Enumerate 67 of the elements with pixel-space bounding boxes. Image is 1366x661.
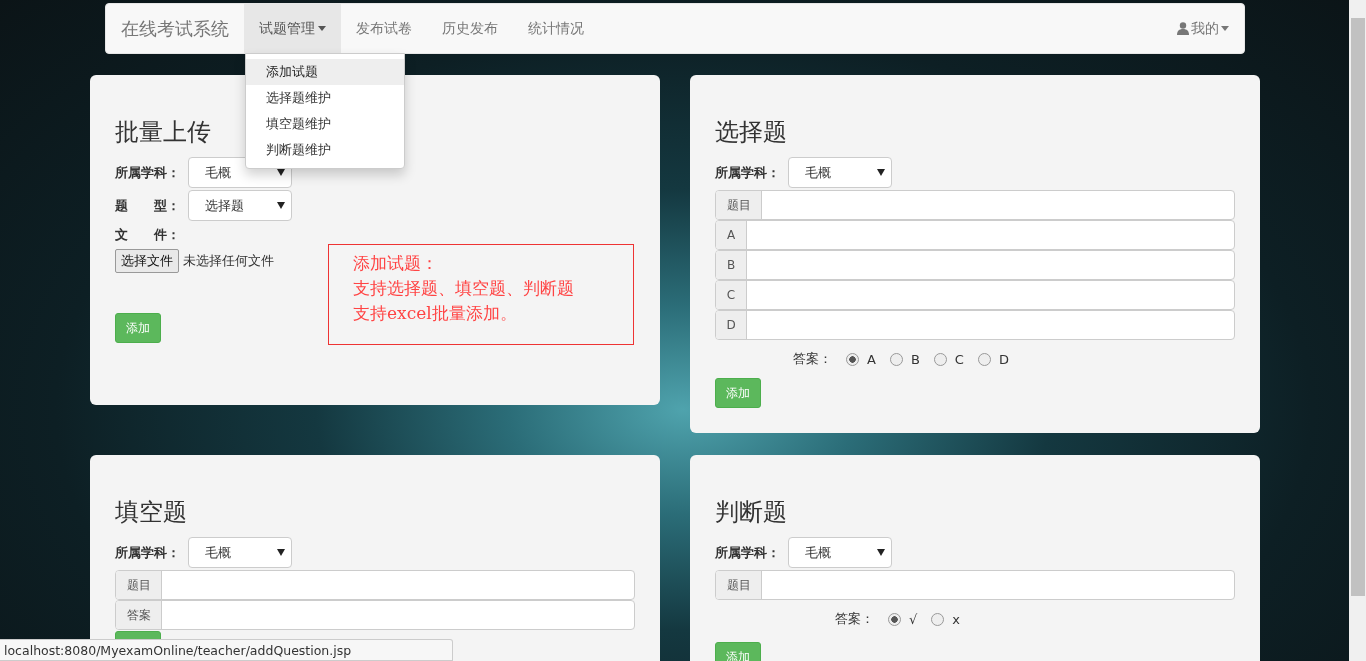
nav-tab[interactable]: 试题管理 (244, 4, 341, 53)
option-label: A (867, 351, 876, 367)
option-label: D (998, 351, 1009, 367)
option-label: x (952, 611, 960, 627)
subject-select[interactable]: 毛概 (788, 537, 892, 568)
radio-button[interactable] (931, 612, 945, 626)
menu-item[interactable]: 添加试题 (246, 59, 404, 85)
url-tooltip: localhost:8080/MyexamOnline/teacher/addQuestion.jsp (0, 639, 453, 661)
radio-button[interactable] (977, 352, 991, 366)
answer-label: 答案： (835, 610, 874, 628)
scrollbar[interactable] (1349, 0, 1366, 661)
input-field[interactable]: 题目 (115, 570, 635, 600)
menu-item[interactable]: 填空题维护 (246, 111, 404, 137)
radio-button[interactable] (888, 612, 901, 626)
caret-icon (277, 549, 285, 556)
caret-icon (877, 549, 885, 556)
field-label: 所属学科： (715, 543, 780, 562)
input-field[interactable]: B (715, 250, 1235, 280)
input-addon: 答案 (116, 601, 162, 629)
field-label: 题 型： (115, 196, 180, 215)
menu-item[interactable]: 选择题维护 (246, 85, 404, 111)
field-label: 所属学科： (115, 163, 180, 182)
radio-button[interactable] (889, 352, 903, 366)
user-menu[interactable]: 我的 (1162, 4, 1244, 53)
input-addon: B (716, 251, 747, 279)
caret-icon (877, 169, 885, 176)
input-addon: 题目 (716, 191, 762, 219)
annotation-text: 支持excel批量添加。 (353, 302, 518, 325)
input-addon: 题目 (116, 571, 162, 599)
brand-link[interactable]: 在线考试系统 (106, 4, 244, 53)
field-label: 文 件： (115, 226, 180, 244)
nav-tab[interactable]: 发布试卷 (341, 4, 427, 53)
input-field[interactable]: A (715, 220, 1235, 250)
menu-item[interactable]: 判断题维护 (246, 137, 404, 163)
input-field[interactable]: 题目 (715, 570, 1235, 600)
radio-button[interactable] (846, 352, 859, 366)
panel-title: 选择题 (715, 117, 787, 148)
option-label: B (910, 351, 920, 367)
annotation-text: 添加试题： (353, 252, 439, 275)
input-addon: A (716, 221, 747, 249)
caret-icon (277, 202, 285, 209)
answer-label: 答案： (793, 350, 832, 368)
option-label: C (954, 351, 964, 367)
radio-button[interactable] (933, 352, 947, 366)
nav-tab[interactable]: 历史发布 (427, 4, 513, 53)
annotation-text: 支持选择题、填空题、判断题 (353, 277, 575, 300)
input-addon: C (716, 281, 747, 309)
file-status: 未选择任何文件 (183, 252, 274, 270)
option-label: √ (909, 611, 918, 627)
panel-title: 判断题 (715, 497, 787, 528)
input-field[interactable]: 题目 (715, 190, 1235, 220)
nav-tab[interactable]: 统计情况 (513, 4, 599, 53)
input-field[interactable]: 答案 (115, 600, 635, 630)
field-label: 所属学科： (115, 543, 180, 562)
field-label: 所属学科： (715, 163, 780, 182)
type-select[interactable]: 选择题 (188, 190, 292, 221)
panel-title: 填空题 (115, 497, 187, 528)
subject-select[interactable]: 毛概 (788, 157, 892, 188)
panel-title: 批量上传 (115, 117, 211, 148)
input-addon: D (716, 311, 747, 339)
input-field[interactable]: C (715, 280, 1235, 310)
caret-icon (1221, 26, 1229, 31)
choose-file-button[interactable]: 选择文件 (115, 249, 179, 273)
input-field[interactable]: D (715, 310, 1235, 340)
subject-select[interactable]: 毛概 (188, 537, 292, 568)
input-addon: 题目 (716, 571, 762, 599)
user-icon (1177, 22, 1189, 35)
